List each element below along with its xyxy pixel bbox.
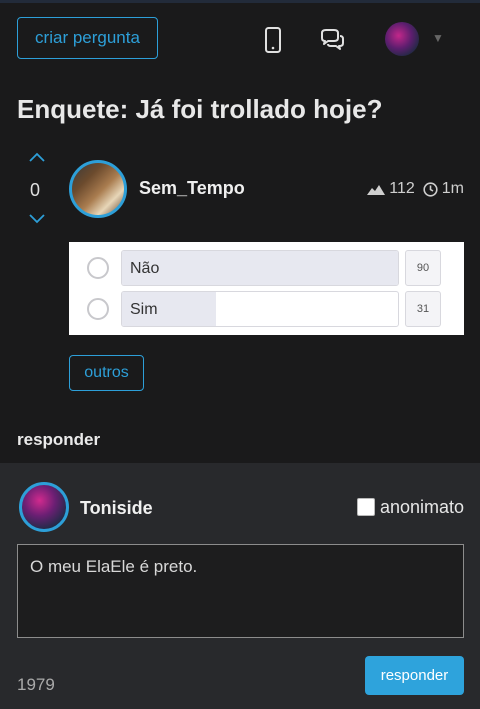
reply-heading: responder [17,430,101,449]
reply-username: Toniside [80,498,153,518]
char-count: 1979 [17,675,55,694]
others-button[interactable]: outros [69,355,144,391]
clock-icon [423,181,438,197]
upvote-icon[interactable] [28,150,46,164]
poll-option-label: Não [130,260,160,277]
reply-user-avatar [19,482,69,532]
page-title: Enquete: Já foi trollado hoje? [17,94,383,124]
poll-option-bar[interactable]: Sim [121,291,399,327]
author-name[interactable]: Sem_Tempo [139,178,245,199]
poll-radio[interactable] [87,298,109,320]
poll-box: Não 90 Sim 31 [69,242,464,335]
views-count: 112 [389,180,415,197]
views-chart-icon [367,183,386,195]
create-question-button[interactable]: criar pergunta [17,17,158,59]
mobile-phone-icon[interactable] [264,27,282,53]
poll-option-row[interactable]: Não 90 [69,245,464,286]
poll-radio[interactable] [87,257,109,279]
post-age: 1m [441,180,464,197]
poll-option-count: 90 [405,250,441,286]
poll-option-count: 31 [405,291,441,327]
header-bar: criar pergunta ▼ [0,3,480,73]
anonymous-label[interactable]: anonimato [380,497,464,518]
poll-option-label: Sim [130,301,158,318]
poll-option-fill [122,251,398,285]
post-stats: 112 1m [367,180,464,198]
author-avatar[interactable] [69,160,127,218]
chat-bubbles-icon[interactable] [319,29,345,51]
chevron-down-icon[interactable]: ▼ [432,31,444,45]
vote-count: 0 [30,180,41,200]
submit-reply-button[interactable]: responder [365,656,464,695]
user-avatar[interactable] [385,22,419,56]
anonymous-checkbox[interactable] [357,498,375,516]
reply-panel: Toniside anonimato O meu ElaEle é preto.… [0,463,480,709]
downvote-icon[interactable] [28,212,46,226]
poll-option-bar[interactable]: Não [121,250,399,286]
poll-option-row[interactable]: Sim 31 [69,286,464,327]
reply-textarea[interactable]: O meu ElaEle é preto. [17,544,464,638]
